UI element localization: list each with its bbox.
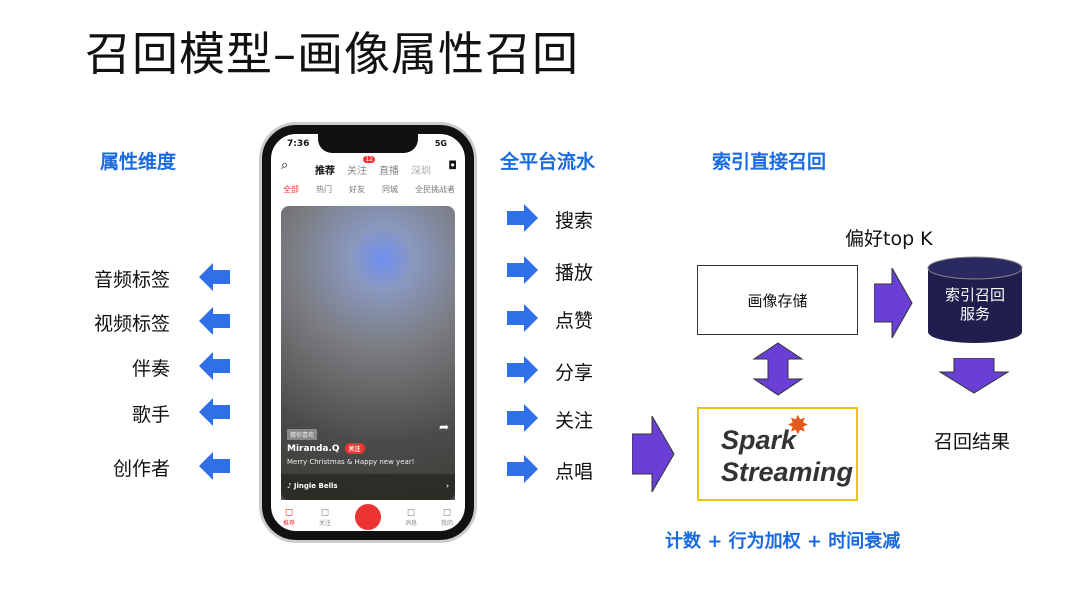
stream-heading: 全平台流水 (500, 151, 596, 173)
tab-recommend[interactable]: 推荐 (315, 162, 335, 177)
right-arrow-icon (507, 404, 539, 436)
left-arrow-icon (199, 452, 231, 484)
nav-item[interactable]: ◻ 关注 (319, 507, 331, 527)
camera-icon[interactable]: ◘ (448, 159, 457, 172)
follow-button[interactable]: 关注 (344, 443, 365, 454)
profile-store-box: 画像存储 (697, 265, 858, 335)
nav-item[interactable]: ◻ 推荐 (283, 507, 295, 527)
left-arrow-icon (199, 352, 231, 384)
search-icon[interactable]: ⌕ (281, 158, 288, 173)
stream-label: 点唱 (555, 461, 594, 483)
nav-label: 关注 (318, 520, 331, 527)
slide-title: 召回模型–画像属性召回 (85, 27, 579, 81)
attribute-label: 伴奏 (131, 358, 170, 380)
recall-result-label: 召回结果 (934, 431, 1011, 453)
nav-label: 消息 (404, 520, 417, 527)
attributes-heading: 属性维度 (100, 151, 177, 173)
stream-label: 分享 (555, 362, 594, 384)
subtab[interactable]: 同城 (382, 184, 398, 195)
right-arrow-icon (507, 256, 539, 288)
right-arrow-icon (874, 268, 913, 338)
stream-label: 点赞 (555, 310, 594, 332)
video-tag: 猜你喜欢 (287, 429, 318, 440)
video-player[interactable]: 猜你喜欢 Miranda.Q 关注 Merry Christmas & Happ… (281, 206, 455, 500)
phone-mockup: 7:36 5G ⌕ 推荐 关注 12 直播 深圳 ◘ 全部 热门 好友 同城 全民挑战者 … (262, 125, 474, 540)
right-arrow-icon (507, 204, 539, 236)
stream-label: 搜索 (555, 210, 594, 232)
tab-follow-label: 关注 (347, 166, 367, 177)
attribute-label: 创作者 (112, 458, 170, 480)
stream-label: 播放 (555, 262, 594, 284)
nav-item[interactable]: ◻ 我的 (441, 507, 453, 527)
right-arrow-icon (632, 416, 675, 492)
status-time: 7:36 (287, 139, 310, 149)
attribute-label: 视频标签 (93, 313, 170, 335)
spark-text: Spark (721, 425, 797, 455)
tab-live[interactable]: 直播 (379, 162, 399, 177)
status-signal: 5G (434, 139, 447, 148)
tab-follow[interactable]: 关注 12 (347, 156, 375, 177)
phone-notch (318, 134, 418, 153)
attribute-label: 音频标签 (93, 269, 170, 291)
tab-city[interactable]: 深圳 (411, 162, 431, 177)
right-arrow-icon (507, 304, 539, 336)
streaming-text: Streaming (721, 457, 854, 487)
song-bar[interactable]: ♪ Jingle Bells › (281, 474, 455, 500)
video-caption: Merry Christmas & Happy new year! (287, 458, 415, 466)
follow-badge: 12 (363, 156, 375, 163)
nav-label: 我的 (440, 520, 453, 527)
spark-streaming-logo: Spark ✸ Streaming (697, 407, 858, 501)
index-service-label: 索引召回 服务 (944, 286, 1005, 323)
nav-label: 推荐 (282, 520, 295, 527)
recall-heading: 索引直接召回 (712, 151, 827, 173)
left-arrow-icon (199, 307, 231, 339)
subtab[interactable]: 好友 (349, 184, 365, 195)
formula-text: 计数 + 行为加权 + 时间衰减 (665, 531, 901, 552)
spark-star-icon: ✸ (787, 411, 809, 441)
bidirectional-arrow-icon (752, 342, 804, 396)
down-arrow-icon (938, 358, 1010, 394)
nav-sing-button[interactable] (354, 504, 381, 530)
subtab[interactable]: 热门 (316, 184, 332, 195)
username[interactable]: Miranda.Q (287, 444, 340, 454)
song-title: Jingle Bells (293, 482, 338, 490)
subtab[interactable]: 全部 (283, 184, 299, 195)
subtab[interactable]: 全民挑战者 (415, 184, 455, 195)
topk-label: 偏好top K (845, 228, 933, 250)
stream-label: 关注 (555, 410, 594, 432)
right-arrow-icon (507, 356, 539, 388)
left-arrow-icon (199, 398, 231, 430)
left-arrow-icon (199, 263, 231, 295)
share-icon[interactable]: ➦ (439, 420, 449, 434)
attribute-label: 歌手 (131, 404, 170, 426)
right-arrow-icon (507, 455, 539, 487)
nav-item[interactable]: ◻ 消息 (405, 507, 417, 527)
